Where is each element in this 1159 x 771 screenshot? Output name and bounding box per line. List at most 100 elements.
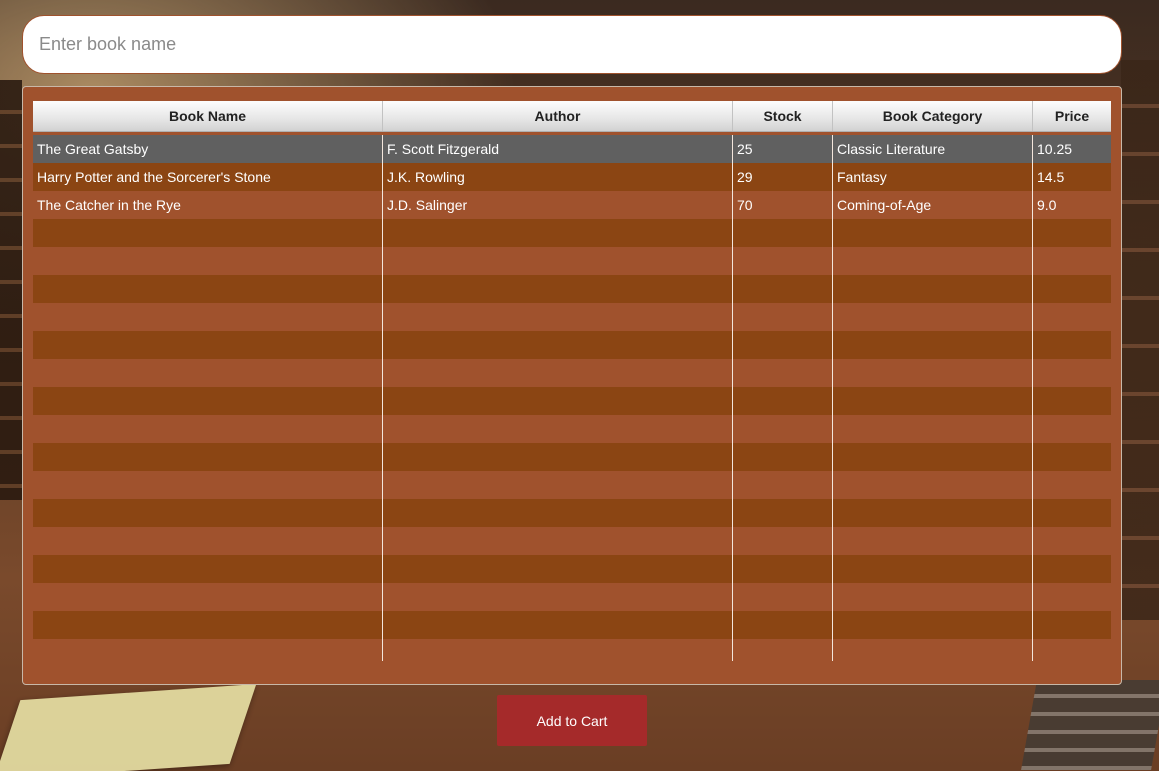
table-row-empty <box>33 499 1111 527</box>
cell-book-name <box>33 499 383 527</box>
table-row-empty <box>33 415 1111 443</box>
cell-stock <box>733 639 833 661</box>
cell-book-category: Classic Literature <box>837 141 946 157</box>
table-row-empty <box>33 639 1111 661</box>
table-row-empty <box>33 303 1111 331</box>
cell-stock: 29 <box>737 169 753 185</box>
table-row[interactable]: Harry Potter and the Sorcerer's Stone J.K… <box>33 163 1111 191</box>
cell-book-name: Harry Potter and the Sorcerer's Stone <box>37 169 271 185</box>
cell-author <box>383 555 733 583</box>
cell-author <box>383 219 733 247</box>
cell-book-name: The Catcher in the Rye <box>37 197 181 213</box>
column-header-book-category[interactable]: Book Category <box>833 101 1033 131</box>
table-row-empty <box>33 247 1111 275</box>
cell-book-category <box>833 275 1033 303</box>
cell-book-category <box>833 387 1033 415</box>
cell-author <box>383 499 733 527</box>
cell-author <box>383 583 733 611</box>
cell-price <box>1033 471 1111 499</box>
cell-stock <box>733 387 833 415</box>
cell-book-name <box>33 387 383 415</box>
column-header-book-name[interactable]: Book Name <box>33 101 383 131</box>
cell-price <box>1033 583 1111 611</box>
table-row-empty <box>33 331 1111 359</box>
cell-stock <box>733 303 833 331</box>
cell-author: J.D. Salinger <box>387 197 468 213</box>
cell-stock <box>733 583 833 611</box>
cell-price: 9.0 <box>1037 197 1057 213</box>
cell-price <box>1033 331 1111 359</box>
cell-book-name <box>33 443 383 471</box>
table-body: The Great Gatsby F. Scott Fitzgerald 25 Cla… <box>33 135 1111 661</box>
cell-book-name <box>33 275 383 303</box>
cell-book-category: Fantasy <box>837 169 887 185</box>
cell-author <box>383 359 733 387</box>
cell-book-name <box>33 471 383 499</box>
table-row-empty <box>33 387 1111 415</box>
column-header-author[interactable]: Author <box>383 101 733 131</box>
cell-author: J.K. Rowling <box>387 169 465 185</box>
cell-price <box>1033 303 1111 331</box>
cell-author <box>383 415 733 443</box>
background-paper <box>0 684 257 771</box>
cell-book-name <box>33 415 383 443</box>
cell-stock <box>733 275 833 303</box>
cell-book-name <box>33 331 383 359</box>
cell-author <box>383 275 733 303</box>
cell-stock <box>733 471 833 499</box>
column-header-stock[interactable]: Stock <box>733 101 833 131</box>
cell-author <box>383 303 733 331</box>
cell-book-name: The Great Gatsby <box>37 141 149 157</box>
cell-price <box>1033 275 1111 303</box>
cell-author <box>383 387 733 415</box>
table-row-empty <box>33 443 1111 471</box>
table-row-empty <box>33 219 1111 247</box>
book-table-panel: Book Name Author Stock Book Category Pri… <box>22 86 1122 685</box>
cell-book-category <box>833 527 1033 555</box>
background-books <box>1021 680 1159 770</box>
cell-book-category <box>833 303 1033 331</box>
book-table: Book Name Author Stock Book Category Pri… <box>33 101 1111 661</box>
add-to-cart-button[interactable]: Add to Cart <box>497 695 647 746</box>
column-header-price[interactable]: Price <box>1033 101 1111 131</box>
cell-stock <box>733 611 833 639</box>
cell-stock: 70 <box>737 197 753 213</box>
cell-book-name <box>33 303 383 331</box>
cell-book-category <box>833 555 1033 583</box>
cell-price: 10.25 <box>1037 141 1073 157</box>
cell-price <box>1033 415 1111 443</box>
cell-stock: 25 <box>737 141 753 157</box>
cell-price <box>1033 359 1111 387</box>
table-row-empty <box>33 611 1111 639</box>
cell-stock <box>733 359 833 387</box>
background-shelf-right <box>1121 60 1159 620</box>
cell-book-name <box>33 555 383 583</box>
cell-stock <box>733 331 833 359</box>
cell-price <box>1033 219 1111 247</box>
cell-price <box>1033 443 1111 471</box>
cell-price <box>1033 527 1111 555</box>
cell-book-category <box>833 359 1033 387</box>
cell-stock <box>733 499 833 527</box>
cell-price <box>1033 247 1111 275</box>
cell-book-category <box>833 583 1033 611</box>
cell-author <box>383 639 733 661</box>
cell-price <box>1033 555 1111 583</box>
cell-price <box>1033 639 1111 661</box>
cell-price <box>1033 387 1111 415</box>
cell-book-category <box>833 219 1033 247</box>
cell-book-category <box>833 611 1033 639</box>
cell-author <box>383 471 733 499</box>
cell-book-category <box>833 499 1033 527</box>
table-row[interactable]: The Catcher in the Rye J.D. Salinger 70 Com… <box>33 191 1111 219</box>
table-row[interactable]: The Great Gatsby F. Scott Fitzgerald 25 Cla… <box>33 135 1111 163</box>
table-row-empty <box>33 583 1111 611</box>
cell-book-category <box>833 471 1033 499</box>
table-row-empty <box>33 471 1111 499</box>
table-row-empty <box>33 555 1111 583</box>
cell-book-name <box>33 219 383 247</box>
cell-stock <box>733 443 833 471</box>
cell-stock <box>733 219 833 247</box>
cell-author <box>383 443 733 471</box>
book-search-input[interactable] <box>22 15 1122 74</box>
